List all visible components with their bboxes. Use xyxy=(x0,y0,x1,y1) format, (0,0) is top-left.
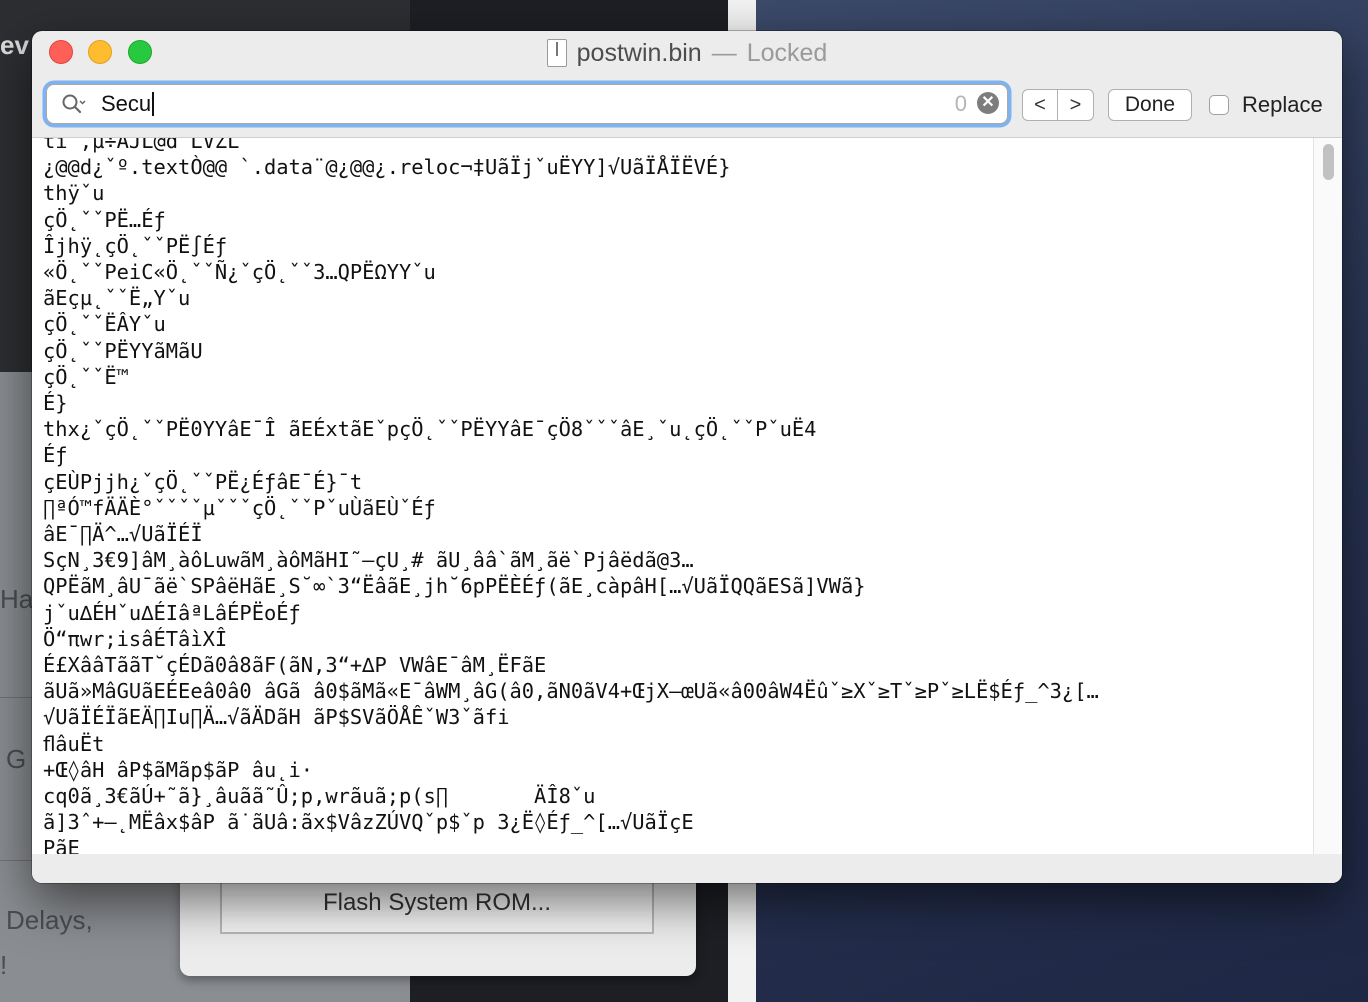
text-line[interactable]: É} xyxy=(43,391,68,415)
background-text-fragment: ! xyxy=(0,950,8,980)
text-line[interactable]: ã]3ˆ+—˛MËâx$âP ã˙ãUâ:ãx$VâzZÚVQˇp$ˇp 3¿Ë… xyxy=(43,810,694,834)
replace-checkbox[interactable] xyxy=(1209,95,1229,115)
text-line[interactable]: çÖ˛ˇˇPË…Éƒ xyxy=(43,208,166,232)
text-line[interactable]: thx¿ˇçÖ˛ˇˇPË0YYâE¯Î ãEÉxtãEˇpçÖ˛ˇˇPËYYâE… xyxy=(43,417,816,441)
text-editor-window: postwin.bin — Locked Secu 0 ✕ < > Done R… xyxy=(32,31,1342,883)
text-line[interactable]: ∏ªÓ™fÄÄÈ°ˇˇˇˇµˇˇˇçÖ˛ˇˇPˇuÙãEÙˇÉƒ xyxy=(43,496,436,520)
text-line[interactable]: âE¯∏Ä^…√UãÏÉÏ xyxy=(43,522,203,546)
text-line[interactable]: Éƒ xyxy=(43,443,68,467)
text-line[interactable]: çEÙPjjh¿ˇçÖ˛ˇˇPË¿ÉƒâE¯É}¯t xyxy=(43,470,362,494)
clear-search-icon[interactable]: ✕ xyxy=(977,92,999,114)
locked-status[interactable]: Locked xyxy=(747,39,828,68)
text-line[interactable]: QPËãM¸âU¯ãë`SPâëHãE¸S˘∞`3“ËâãE¸jh˘6pPËÈÉ… xyxy=(43,574,866,598)
search-input[interactable]: Secu xyxy=(101,91,154,117)
window-filename: postwin.bin xyxy=(576,38,702,67)
text-line[interactable]: ãEçµ˛ˇˇË„Yˇu xyxy=(43,286,190,310)
background-text-fragment: Delays, xyxy=(6,905,93,935)
replace-label[interactable]: Replace xyxy=(1242,92,1323,118)
text-line[interactable]: cq0ã¸3€ãÚ+˜ã}¸âuãã˜Û;p,wrãuã;p(s∏ ÄÎ8ˇu xyxy=(43,784,595,808)
document-text[interactable]: ti¯,µ÷AJL@d¨LVZL ¿@@d¿ˇº.textÒ@@ `.data¨… xyxy=(43,138,1099,854)
search-field[interactable]: Secu 0 ✕ xyxy=(46,84,1008,124)
window-bottom-edge xyxy=(32,854,1342,883)
search-query: Secu xyxy=(101,91,152,116)
background-text-fragment: G xyxy=(6,744,27,774)
previous-match-button[interactable]: < xyxy=(1023,90,1058,120)
background-text-fragment: Ha xyxy=(0,584,34,614)
text-line[interactable]: PãE xyxy=(43,836,80,854)
text-line[interactable]: √UãÏÉÏãEÄ∏Iu∏Ä…√ãÄDãH ãP$SVãÖÅÊˇW3ˇãfi xyxy=(43,705,510,729)
done-button[interactable]: Done xyxy=(1108,89,1192,121)
scrollbar-thumb[interactable] xyxy=(1323,144,1334,180)
text-line[interactable]: Îjhÿ˛çÖ˛ˇˇPË∫Éƒ xyxy=(43,234,227,258)
text-line[interactable]: çÖ˛ˇˇË™ xyxy=(43,365,129,389)
text-line[interactable]: çÖ˛ˇˇËÂYˇu xyxy=(43,312,166,336)
text-line[interactable]: jˇu∆ÉHˇu∆ÉIâªLâÉPËoÉƒ xyxy=(43,601,301,625)
find-bar: Secu 0 ✕ < > Done Replace xyxy=(32,75,1342,138)
match-count: 0 xyxy=(954,91,967,116)
text-line[interactable]: Ö“πwr;isâÉTâìXÎ xyxy=(43,627,227,651)
text-line[interactable]: ﬂâuËt xyxy=(43,732,104,756)
text-caret xyxy=(152,92,154,116)
text-line[interactable]: thÿˇu xyxy=(43,181,104,205)
window-title: postwin.bin — Locked xyxy=(32,31,1342,75)
text-content-area[interactable]: ti¯,µ÷AJL@d¨LVZL ¿@@d¿ˇº.textÒ@@ `.data¨… xyxy=(32,138,1313,854)
text-line[interactable]: +Œ◊âH âP$ãMãp$ãP âu˛i· xyxy=(43,758,313,782)
title-separator: — xyxy=(711,38,737,67)
text-line[interactable]: «Ö˛ˇˇPeiC«Ö˛ˇˇÑ¿ˇçÖ˛ˇˇ3…QPËΩYYˇu xyxy=(43,260,436,284)
text-line[interactable]: çÖ˛ˇˇPËYYãMãU xyxy=(43,339,203,363)
title-bar[interactable]: postwin.bin — Locked xyxy=(32,31,1342,75)
background-text-fragment: ev xyxy=(0,30,29,60)
text-line[interactable]: SçN¸3€9]âM¸àôLuwãM¸àôMãHI˜—çU¸# ãU¸ââ`ãM… xyxy=(43,548,694,572)
text-line[interactable]: ãUã»MâGUãEÉEeâ0â0 âGã â0$ãMã«E¯âWM¸âG(â0… xyxy=(43,679,1099,703)
text-line[interactable]: ti¯,µ÷AJL@d¨LVZL xyxy=(43,138,239,153)
text-line[interactable]: É£XââTããT˘çÉDã0â8ãF(ãN,3“+∆P VWâE¯âM¸ËFã… xyxy=(43,653,546,677)
next-match-button[interactable]: > xyxy=(1058,90,1093,120)
vertical-scrollbar[interactable] xyxy=(1313,138,1342,854)
match-navigation: < > xyxy=(1022,89,1094,121)
document-icon[interactable] xyxy=(546,39,567,67)
text-line[interactable]: ¿@@d¿ˇº.textÒ@@ `.data¨@¿@@¿.reloc¬‡UãÏj… xyxy=(43,155,730,179)
search-icon[interactable] xyxy=(61,93,87,115)
